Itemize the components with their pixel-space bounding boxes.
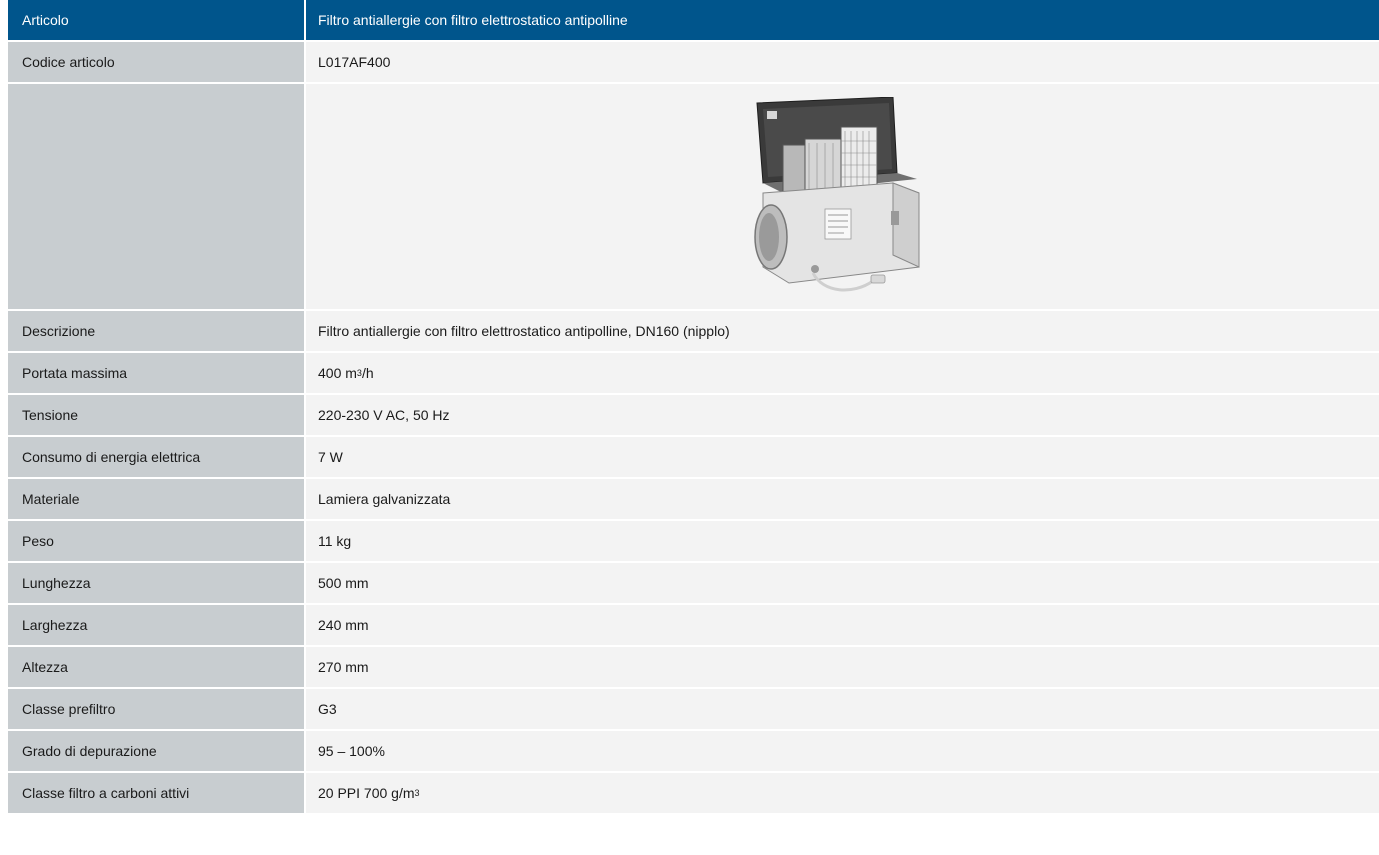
- row-value: 20 PPI 700 g/m 3: [306, 773, 1379, 813]
- row-value: G3: [306, 689, 1379, 729]
- row-value: 220-230 V AC, 50 Hz: [306, 395, 1379, 435]
- table-header-row: Articolo Filtro antiallergie con filtro …: [8, 0, 1379, 42]
- row-value: 95 – 100%: [306, 731, 1379, 771]
- product-image: [753, 96, 919, 292]
- row-label: Portata massima: [8, 353, 306, 393]
- table-row: Consumo di energia elettrica 7 W: [8, 437, 1379, 479]
- row-value: 240 mm: [306, 605, 1379, 645]
- header-value: Filtro antiallergie con filtro elettrost…: [306, 0, 1379, 40]
- row-label: Larghezza: [8, 605, 306, 645]
- row-label: Altezza: [8, 647, 306, 687]
- table-row: Classe filtro a carboni attivi 20 PPI 70…: [8, 773, 1379, 815]
- table-row: Grado di depurazione 95 – 100%: [8, 731, 1379, 773]
- table-row: Peso 11 kg: [8, 521, 1379, 563]
- table-row: Lunghezza 500 mm: [8, 563, 1379, 605]
- row-value: L017AF400: [306, 42, 1379, 82]
- table-row: Codice articolo L017AF400: [8, 42, 1379, 84]
- table-row: Tensione 220-230 V AC, 50 Hz: [8, 395, 1379, 437]
- header-label: Articolo: [8, 0, 306, 40]
- table-row: Larghezza 240 mm: [8, 605, 1379, 647]
- row-label: Codice articolo: [8, 42, 306, 82]
- table-row: Classe prefiltro G3: [8, 689, 1379, 731]
- table-row: Materiale Lamiera galvanizzata: [8, 479, 1379, 521]
- row-value: Lamiera galvanizzata: [306, 479, 1379, 519]
- row-label: Lunghezza: [8, 563, 306, 603]
- product-image-row: [8, 84, 1379, 311]
- table-row: Altezza 270 mm: [8, 647, 1379, 689]
- row-label: Descrizione: [8, 311, 306, 351]
- row-value: 11 kg: [306, 521, 1379, 561]
- row-value: Filtro antiallergie con filtro elettrost…: [306, 311, 1379, 351]
- row-label: Classe prefiltro: [8, 689, 306, 729]
- table-row: Descrizione Filtro antiallergie con filt…: [8, 311, 1379, 353]
- row-label: Tensione: [8, 395, 306, 435]
- product-image-cell: [306, 84, 1379, 309]
- row-label-empty: [8, 84, 306, 309]
- row-value: 400 m 3/h: [306, 353, 1379, 393]
- row-label: Consumo di energia elettrica: [8, 437, 306, 477]
- table-row: Portata massima 400 m 3/h: [8, 353, 1379, 395]
- row-label: Grado di depurazione: [8, 731, 306, 771]
- row-label: Peso: [8, 521, 306, 561]
- value-suffix: /h: [361, 365, 374, 381]
- value-text: 400 m: [318, 365, 357, 381]
- row-value: 7 W: [306, 437, 1379, 477]
- value-text: 20 PPI 700 g/m: [318, 785, 415, 801]
- row-value: 500 mm: [306, 563, 1379, 603]
- spec-table: Articolo Filtro antiallergie con filtro …: [8, 0, 1379, 815]
- row-value: 270 mm: [306, 647, 1379, 687]
- row-label: Classe filtro a carboni attivi: [8, 773, 306, 813]
- row-label: Materiale: [8, 479, 306, 519]
